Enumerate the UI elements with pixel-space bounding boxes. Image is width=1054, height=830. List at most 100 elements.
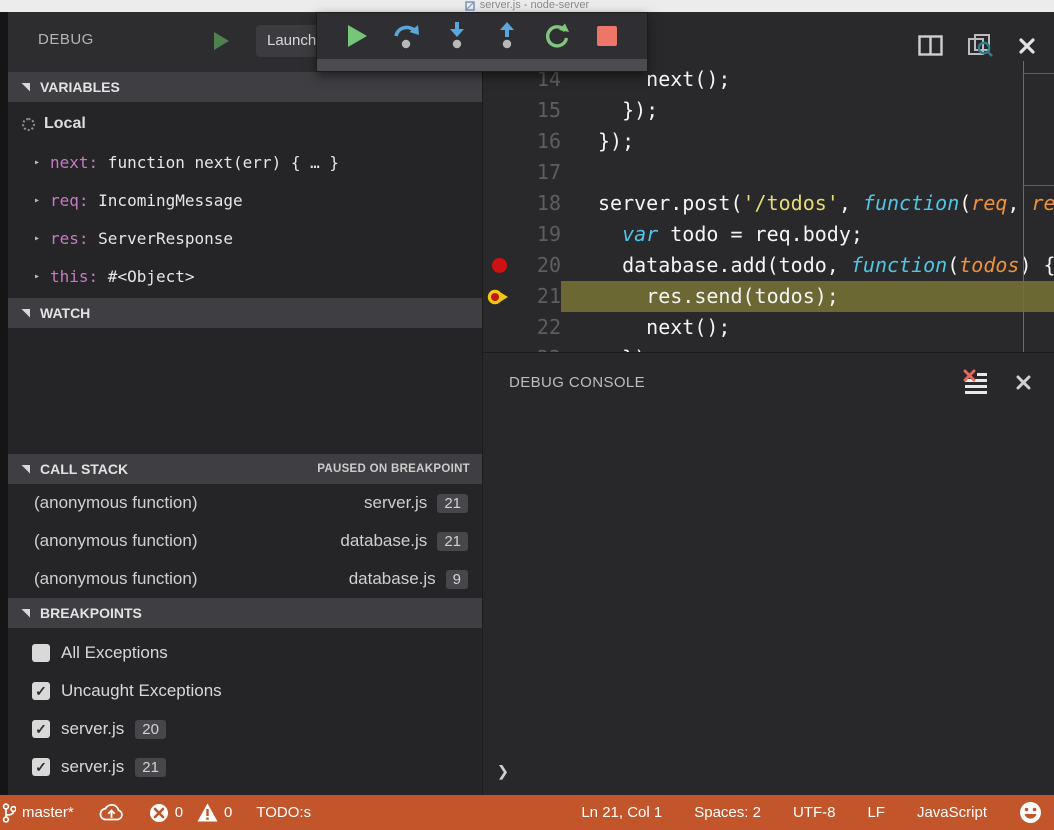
scrollbar-thumb-top[interactable] — [1023, 73, 1054, 74]
breakpoint-row[interactable]: ✓server.js20 — [8, 710, 482, 748]
debug-console-title: DEBUG CONSOLE — [509, 374, 645, 391]
git-branch-item[interactable]: master* — [2, 802, 74, 824]
gutter[interactable] — [483, 281, 517, 312]
scrollbar-thumb-bottom[interactable] — [1023, 185, 1054, 186]
variable-name: next: — [50, 153, 98, 172]
watch-section-header[interactable]: WATCH — [8, 298, 482, 328]
code-text — [561, 157, 1054, 188]
callstack-frame[interactable]: (anonymous function)server.js21 — [8, 484, 482, 522]
breakpoint-label: Uncaught Exceptions — [61, 681, 222, 701]
continue-icon[interactable] — [343, 21, 371, 51]
open-preview-icon[interactable] — [967, 33, 994, 58]
variable-row[interactable]: ▸this: #<Object> — [8, 257, 482, 295]
toolbar-drag-strip[interactable] — [317, 59, 647, 71]
gutter[interactable] — [483, 343, 517, 352]
variable-value: ServerResponse — [89, 229, 234, 248]
checkbox-checked-icon[interactable]: ✓ — [32, 720, 50, 738]
variables-scope-row[interactable]: Local — [8, 105, 482, 143]
expand-arrow-icon: ▸ — [34, 233, 50, 244]
variable-row[interactable]: ▸next: function next(err) { … } — [8, 143, 482, 181]
watch-section-body — [8, 328, 482, 454]
code-line[interactable]: 20 database.add(todo, function(todos) { — [483, 250, 1054, 281]
step-over-icon[interactable] — [393, 21, 421, 51]
language-mode[interactable]: JavaScript — [917, 804, 987, 821]
variable-row[interactable]: ▸req: IncomingMessage — [8, 181, 482, 219]
variables-section-header[interactable]: VARIABLES — [8, 72, 482, 102]
code-editor[interactable]: 14 next();15 });16});1718server.post('/t… — [483, 60, 1054, 352]
sync-item[interactable] — [98, 803, 125, 822]
gutter[interactable] — [483, 126, 517, 157]
debug-toolbar — [316, 12, 648, 72]
gutter[interactable] — [483, 250, 517, 281]
twistie-icon — [21, 309, 30, 318]
step-into-icon[interactable] — [443, 21, 471, 51]
gutter[interactable] — [483, 157, 517, 188]
variable-row[interactable]: ▸res: ServerResponse — [8, 219, 482, 257]
gutter[interactable] — [483, 188, 517, 219]
code-line[interactable]: 21 res.send(todos); — [483, 281, 1054, 312]
warning-count: 0 — [224, 804, 232, 821]
callstack-section-header[interactable]: CALL STACK PAUSED ON BREAKPOINT — [8, 454, 482, 484]
breakpoint-dot-icon[interactable] — [492, 258, 507, 273]
variable-name: res: — [50, 229, 89, 248]
scrollbar-border — [1023, 61, 1024, 352]
callstack-section-body: (anonymous function)server.js21(anonymou… — [8, 484, 482, 598]
file-icon — [465, 1, 475, 11]
error-icon — [149, 803, 169, 823]
start-debug-icon[interactable] — [214, 32, 229, 50]
code-line[interactable]: 18server.post('/todos', function(req, re… — [483, 188, 1054, 219]
gutter[interactable] — [483, 219, 517, 250]
breakpoints-section-header[interactable]: BREAKPOINTS — [8, 598, 482, 628]
code-line[interactable]: 16}); — [483, 126, 1054, 157]
smiley-icon[interactable] — [1019, 801, 1042, 824]
code-text: }); — [561, 343, 1054, 352]
code-line[interactable]: 19 var todo = req.body; — [483, 219, 1054, 250]
eol-setting[interactable]: LF — [867, 804, 885, 821]
statusbar: master* 0 0 TODO:s Ln 21, Col 1 — [0, 795, 1054, 830]
scope-label: Local — [44, 115, 86, 133]
line-number: 20 — [517, 250, 561, 281]
checkbox-unchecked-icon[interactable] — [32, 644, 50, 662]
restart-icon[interactable] — [543, 21, 571, 51]
encoding-setting[interactable]: UTF-8 — [793, 804, 836, 821]
breakpoint-row[interactable]: All Exceptions — [8, 634, 482, 672]
debug-view-title: DEBUG — [38, 31, 94, 48]
close-icon[interactable] — [1018, 37, 1036, 55]
todo-item[interactable]: TODO:s — [256, 804, 311, 821]
checkbox-checked-icon[interactable]: ✓ — [32, 682, 50, 700]
stop-icon[interactable] — [593, 21, 621, 51]
split-editor-icon[interactable] — [918, 35, 943, 56]
code-line[interactable]: 23 }); — [483, 343, 1054, 352]
debug-sidebar: DEBUG Launch VARIABLES Local ▸next: func… — [8, 12, 482, 795]
code-line[interactable]: 22 next(); — [483, 312, 1054, 343]
problems-item[interactable]: 0 0 — [149, 803, 233, 823]
debug-console-input[interactable]: ❯ — [497, 759, 509, 783]
frame-line-badge: 9 — [446, 570, 468, 589]
breakpoint-line-badge: 20 — [135, 720, 166, 739]
code-text: }); — [561, 95, 1054, 126]
code-line[interactable]: 15 }); — [483, 95, 1054, 126]
gutter[interactable] — [483, 95, 517, 126]
indent-setting[interactable]: Spaces: 2 — [694, 804, 761, 821]
cursor-position[interactable]: Ln 21, Col 1 — [581, 804, 662, 821]
breakpoint-row[interactable]: ✓ Uncaught Exceptions — [8, 672, 482, 710]
paused-breakpoint-icon[interactable] — [487, 289, 513, 305]
sync-cloud-icon — [98, 803, 125, 822]
callstack-frame[interactable]: (anonymous function)database.js21 — [8, 522, 482, 560]
breakpoint-row[interactable]: ✓server.js21 — [8, 748, 482, 786]
code-text: var todo = req.body; — [561, 219, 1054, 250]
callstack-frame[interactable]: (anonymous function) database.js 9 — [8, 560, 482, 598]
checkbox-checked-icon[interactable]: ✓ — [32, 758, 50, 776]
clear-console-icon[interactable] — [962, 369, 989, 396]
breakpoint-line-badge: 21 — [135, 758, 166, 777]
loading-spinner-icon — [22, 118, 35, 131]
expand-arrow-icon: ▸ — [34, 271, 50, 282]
frame-function: (anonymous function) — [34, 569, 197, 589]
close-icon[interactable] — [1015, 374, 1032, 391]
code-text: res.send(todos); — [561, 281, 1054, 312]
frame-file: database.js — [349, 569, 436, 589]
code-line[interactable]: 17 — [483, 157, 1054, 188]
gutter[interactable] — [483, 312, 517, 343]
git-branch-label: master* — [22, 804, 74, 821]
step-out-icon[interactable] — [493, 21, 521, 51]
